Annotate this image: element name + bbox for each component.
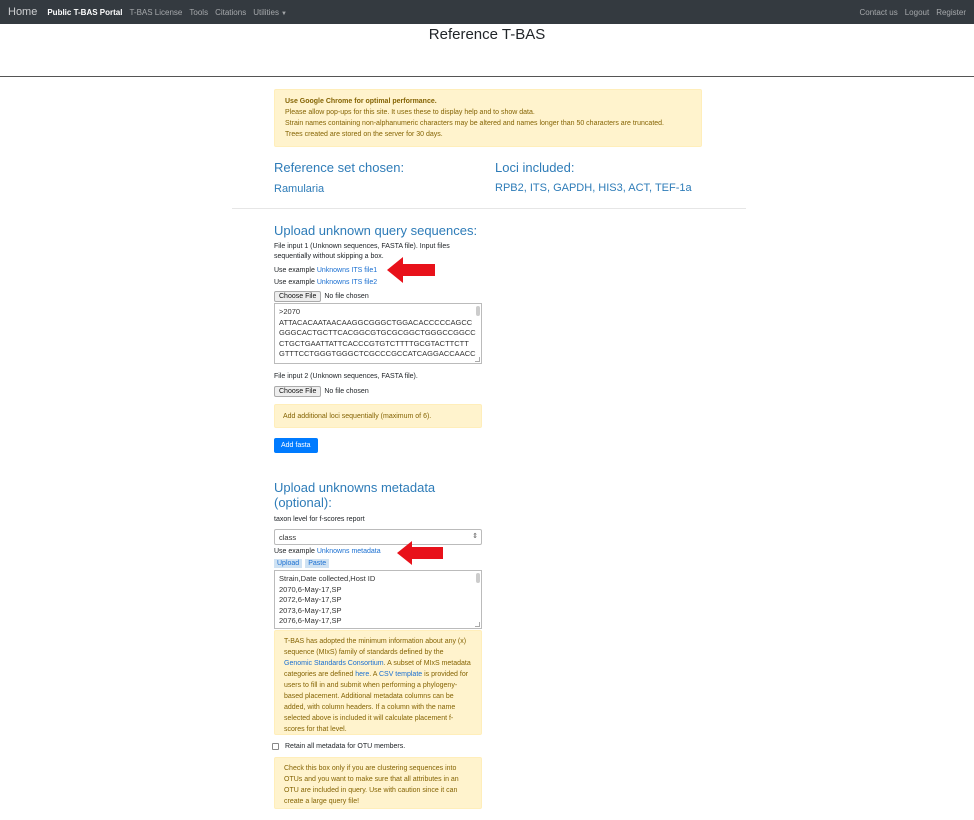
textarea-line: 2072,6-May-17,SP: [279, 595, 342, 604]
example-its-file2-link[interactable]: Unknowns ITS file2: [317, 279, 377, 286]
upload-metadata-heading-line: Upload unknowns metadata: [274, 480, 436, 495]
sequence-textarea[interactable]: >2070 ATTACACAATAACAAGGCGGGCTGGACACCCCCAG…: [274, 303, 482, 364]
loci-value: RPB2, ITS, GAPDH, HIS3, ACT, TEF-1a: [495, 182, 692, 194]
notice-bold-line: Use Google Chrome for optimal performanc…: [285, 98, 437, 105]
notice-line: Please allow pop-ups for this site. It u…: [285, 109, 535, 116]
arrow-shape: [387, 257, 435, 283]
select-arrows-icon: ⇕: [472, 533, 478, 540]
taxon-level-selected: class: [279, 533, 297, 542]
textarea-line: 2070,6-May-17,SP: [279, 584, 342, 594]
file-input-1: Choose File No file chosen: [274, 291, 369, 302]
nav-brand-home[interactable]: Home: [8, 6, 37, 18]
example1-row: Use example Unknowns ITS file1: [274, 266, 377, 276]
loci-label: Loci included:: [495, 160, 575, 175]
nav-item-utilities[interactable]: Utilities ▼: [253, 8, 287, 17]
textarea-line: ATTACACAATAACAAGGCGGGCTGGACACCCCCAGCC: [279, 317, 473, 327]
nav-item-utilities-label: Utilities: [253, 7, 279, 17]
tab-paste[interactable]: Paste: [305, 559, 330, 568]
scrollbar[interactable]: [476, 306, 480, 316]
example2-row: Use example Unknowns ITS file2: [274, 278, 377, 288]
textarea-line: CTGCTGAATTATTCACCCGTGTCTTTTGCGTACTTCTT: [279, 338, 469, 348]
example-metadata-link[interactable]: Unknowns metadata: [317, 548, 381, 555]
divider: [0, 76, 974, 77]
choose-file-button[interactable]: Choose File: [274, 291, 322, 302]
resize-handle[interactable]: [475, 622, 480, 627]
textarea-line: 2076,6-May-17,SP: [279, 616, 342, 625]
metadata-example-row: Use example Unknowns metadata: [274, 547, 381, 557]
scrollbar[interactable]: [476, 573, 480, 583]
browser-notice: Use Google Chrome for optimal performanc…: [274, 89, 702, 147]
file2-description: File input 2 (Unknown sequences, FASTA f…: [274, 373, 418, 380]
textarea-line: 2073,6-May-17,SP: [279, 605, 342, 615]
mixs-text: T-BAS has adopted the minimum informatio…: [284, 638, 467, 656]
no-file-label: No file chosen: [324, 388, 369, 395]
upload-metadata-heading-line: (optional):: [274, 495, 332, 510]
annotation-arrow-icon: [387, 257, 435, 283]
retain-metadata-label: Retain all metadata for OTU members.: [285, 743, 406, 750]
taxon-level-select[interactable]: class ⇕: [274, 529, 482, 545]
nav-item-license[interactable]: T-BAS License: [129, 8, 182, 17]
retain-metadata-checkbox[interactable]: [272, 743, 279, 750]
nav-item-tools[interactable]: Tools: [189, 8, 208, 17]
textarea-line: Strain,Date collected,Host ID: [279, 574, 376, 583]
here-link[interactable]: here: [355, 671, 369, 678]
mixs-notice: T-BAS has adopted the minimum informatio…: [274, 630, 482, 735]
nav-item-public-portal[interactable]: Public T-BAS Portal: [47, 8, 122, 17]
gsc-link[interactable]: Genomic Standards Consortium: [284, 660, 384, 667]
page-title: Reference T-BAS: [428, 26, 546, 43]
top-navbar: Home Public T-BAS Portal T-BAS License T…: [0, 0, 974, 24]
metadata-textarea[interactable]: Strain,Date collected,Host ID 2070,6-May-…: [274, 570, 482, 629]
arrow-shape: [397, 541, 443, 565]
notice-line: Trees created are stored on the server f…: [285, 131, 443, 138]
upload-metadata-heading: Upload unknowns metadata (optional):: [274, 480, 435, 510]
textarea-line: >2070: [279, 307, 301, 316]
caret-down-icon: ▼: [280, 10, 287, 17]
textarea-line: GTTTCCTGGGTGGGCTCGCCCGCCATCAGGACCAACC: [279, 349, 476, 358]
use-example-label: Use example: [274, 267, 315, 274]
reference-set-value: Ramularia: [274, 183, 325, 195]
no-file-label: No file chosen: [324, 293, 369, 300]
resize-handle[interactable]: [475, 357, 480, 362]
example-its-file1-link[interactable]: Unknowns ITS file1: [317, 267, 377, 274]
tab-upload[interactable]: Upload: [274, 559, 303, 568]
nav-item-logout[interactable]: Logout: [905, 8, 929, 17]
retain-notice: Check this box only if you are clusterin…: [274, 757, 482, 809]
nav-right: Contact us Logout Register: [852, 8, 966, 17]
metadata-tabs: Upload Paste: [274, 559, 332, 568]
retain-metadata-row: Retain all metadata for OTU members.: [272, 743, 405, 750]
choose-file-button[interactable]: Choose File: [274, 386, 322, 397]
reference-set-label: Reference set chosen:: [274, 160, 405, 175]
nav-left: Home Public T-BAS Portal T-BAS License T…: [8, 6, 294, 18]
nav-item-citations[interactable]: Citations: [215, 8, 246, 17]
use-example-label: Use example: [274, 548, 315, 555]
annotation-arrow-icon: [397, 541, 443, 565]
mixs-text: is provided for users to fill in and sub…: [284, 671, 469, 733]
use-example-label: Use example: [274, 279, 315, 286]
csv-template-link[interactable]: CSV template: [379, 671, 422, 678]
add-loci-notice: Add additional loci sequentially (maximu…: [274, 404, 482, 428]
textarea-line: GGGCACTGCTTCACGGCGTGCGCGGCTGGGCCGGCC: [279, 328, 476, 337]
mixs-text: . A: [369, 671, 379, 678]
upload-sequences-heading: Upload unknown query sequences:: [274, 223, 478, 238]
file-input-2: Choose File No file chosen: [274, 386, 369, 397]
taxon-level-label: taxon level for f-scores report: [274, 516, 365, 523]
file1-description: File input 1 (Unknown sequences, FASTA f…: [274, 243, 450, 260]
notice-line: Strain names containing non-alphanumeric…: [285, 120, 664, 127]
add-fasta-button[interactable]: Add fasta: [274, 438, 318, 453]
nav-item-register[interactable]: Register: [936, 8, 966, 17]
divider: [232, 208, 746, 209]
nav-item-contact[interactable]: Contact us: [859, 8, 897, 17]
